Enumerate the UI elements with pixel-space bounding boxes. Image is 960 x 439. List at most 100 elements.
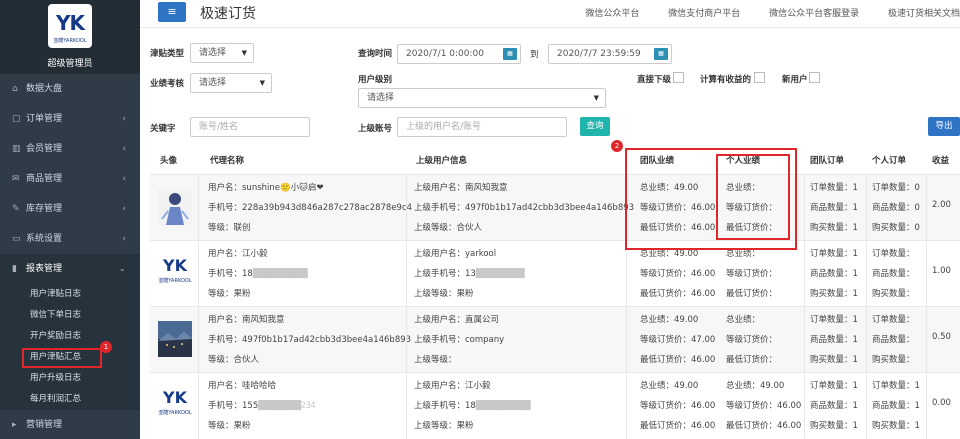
sidebar-item-label: 库存管理 (26, 204, 63, 214)
level-select[interactable]: 请选择 ▼ (358, 88, 606, 108)
sidebar-subitem-2[interactable]: 开户奖励日志 (0, 326, 140, 347)
cell-parent: 上级用户名：直属公司 上级手机号：company 上级等级： (414, 315, 505, 365)
cell-team: 总业绩：49.00 等级订货价：46.00 最低订货价：46.00 (640, 381, 716, 431)
cell-parent: 上级用户名：江小毅 上级手机号：18█████████ 上级等级：果粉 (414, 381, 531, 431)
cell-personal_orders: 订单数量： 商品数量： 购买数量： (872, 249, 915, 299)
annotation-badge-2: 2 (611, 140, 623, 152)
chevron-left-icon: ‹ (122, 144, 126, 154)
perf-label: 业绩考核 (150, 79, 185, 89)
keyword-input[interactable]: 账号/姓名 (190, 117, 310, 137)
new-user-checkbox[interactable] (809, 72, 820, 83)
table-row[interactable]: 用户名：sunshine🙂小🐱启❤ 手机号：228a39b943d846a287c… (150, 174, 960, 241)
link-wechat-pay[interactable]: 微信支付商户平台 (668, 9, 740, 19)
chevron-left-icon: ‹ (122, 234, 126, 244)
chart-icon: ▥ (12, 144, 21, 154)
time-to-input[interactable]: 2020/7/7 23:59:59 ▦ (548, 44, 672, 64)
order-icon: ▢ (12, 114, 21, 124)
keyword-label: 关键字 (150, 124, 176, 134)
income-checkbox[interactable] (754, 72, 765, 83)
cell-personal_orders: 订单数量：1 商品数量：1 购买数量：1 (872, 381, 920, 431)
cell-agent: 用户名：哇哈哈哈 手机号：155███████234 等级：果粉 (208, 381, 316, 431)
avatar-image (158, 189, 192, 225)
query-button[interactable]: 查询 (580, 117, 610, 136)
cell-team: 总业绩：49.00 等级订货价：46.00 最低订货价：46.00 (640, 249, 716, 299)
sidebar-subitem-3[interactable]: 用户津贴汇总 (0, 347, 140, 368)
link-wechat-mp[interactable]: 微信公众平台 (585, 9, 639, 19)
sidebar: YK 亚酷YARKOOL 超级管理员 ⌂ 数据大盘 ▢ 订单管理 ‹ ▥ 会员管理 ‹ ✉ 商品管… (0, 0, 140, 439)
caret-down-icon: ▼ (241, 49, 247, 57)
cell-parent: 上级用户名：yarkool 上级手机号：13████████ 上级等级：果粉 (414, 249, 525, 299)
redacted-phone: █████████ (252, 269, 308, 279)
cell-personal: 总业绩： 等级订货价： 最低订货价： (726, 315, 778, 365)
redacted-phone: ████████ (475, 269, 525, 279)
avatar-logo: YK 亚酷YARKOOL (158, 388, 192, 416)
home-icon: ⌂ (12, 84, 18, 94)
sidebar-item-0[interactable]: ⌂ 数据大盘 (0, 74, 140, 104)
table-row[interactable]: YK 亚酷YARKOOL 用户名：哇哈哈哈 手机号：155███████234 等级：果… (150, 372, 960, 439)
link-wechat-cs[interactable]: 微信公众平台客服登录 (769, 9, 859, 19)
cell-parent: 上级用户名：南风知我意 上级手机号：497f0b1b17ad42cbb3d3bee… (414, 183, 635, 233)
table-row[interactable]: 用户名：南风知我意 手机号：497f0b1b17ad42cbb3d3bee4a14… (150, 306, 960, 373)
header-parent: 上级用户信息 (416, 156, 468, 166)
link-docs[interactable]: 极速订货相关文档 (888, 9, 960, 19)
cell-personal: 总业绩：49.00 等级订货价：46.00 最低订货价：46.00 (726, 381, 802, 431)
sidebar-item-4[interactable]: ✎ 库存管理 ‹ (0, 194, 140, 224)
topbar: ≡ 极速订货 微信公众平台 微信支付商户平台 微信公众平台客服登录 极速订货相关… (140, 0, 960, 28)
sidebar-item-marketing[interactable]: ▸ 营销管理 (0, 410, 140, 439)
bar-chart-icon: ▮ (12, 264, 17, 274)
time-to-label: 到 (530, 50, 539, 60)
parent-input[interactable]: 上级的用户名/账号 (397, 117, 567, 137)
sidebar-item-3[interactable]: ✉ 商品管理 ‹ (0, 164, 140, 194)
direct-checkbox[interactable] (673, 72, 684, 83)
export-button[interactable]: 导出 (928, 117, 960, 136)
logo-mark: YK (56, 11, 85, 35)
cell-agent: 用户名：南风知我意 手机号：497f0b1b17ad42cbb3d3bee4a14… (208, 315, 412, 365)
sidebar-subitem-0[interactable]: 用户津贴日志 (0, 284, 140, 305)
time-label: 查询时间 (358, 49, 393, 59)
header-agent: 代理名称 (210, 156, 245, 166)
table-row[interactable]: YK 亚酷YARKOOL 用户名：江小毅 手机号：18█████████ 等级：果粉 上级… (150, 240, 960, 307)
header-avatar: 头像 (160, 156, 178, 166)
highlight-box-personal (716, 154, 790, 240)
level-label: 用户级别 (358, 75, 393, 85)
subsidy-type-label: 津贴类型 (150, 49, 185, 59)
chevron-down-icon: ⌄ (118, 264, 126, 274)
calendar-icon[interactable]: ▦ (503, 48, 517, 60)
header-team-orders: 团队订单 (810, 156, 845, 166)
sidebar-item-2[interactable]: ▥ 会员管理 ‹ (0, 134, 140, 164)
logo-sub: 亚酷YARKOOL (53, 38, 87, 44)
chevron-left-icon: ‹ (122, 114, 126, 124)
cell-team_orders: 订单数量：1 商品数量：1 购买数量：1 (810, 249, 858, 299)
chevron-left-icon: ‹ (122, 174, 126, 184)
perf-select[interactable]: 请选择 ▼ (190, 73, 272, 93)
marketing-icon: ▸ (12, 420, 17, 430)
sidebar-item-label: 报表管理 (26, 264, 63, 274)
menu-toggle-button[interactable]: ≡ (158, 2, 186, 22)
cell-team: 总业绩：49.00 等级订货价：47.00 最低订货价：46.00 (640, 315, 716, 365)
header-personal-orders: 个人订单 (872, 156, 907, 166)
sidebar-item-5[interactable]: ▭ 系统设置 ‹ (0, 224, 140, 254)
parent-label: 上级账号 (358, 124, 393, 134)
top-links: 微信公众平台 微信支付商户平台 微信公众平台客服登录 极速订货相关文档 (559, 6, 960, 19)
cell-personal: 总业绩： 等级订货价： 最低订货价： (726, 249, 778, 299)
sidebar-item-label: 数据大盘 (26, 84, 63, 94)
sidebar-item-1[interactable]: ▢ 订单管理 ‹ (0, 104, 140, 134)
admin-name: 超级管理员 (47, 59, 93, 69)
cell-income: 2.00 (932, 200, 951, 210)
time-from-input[interactable]: 2020/7/1 0:00:00 ▦ (397, 44, 521, 64)
sidebar-item-label: 订单管理 (26, 114, 63, 124)
subsidy-type-select[interactable]: 请选择 ▼ (190, 43, 254, 63)
caret-down-icon: ▼ (593, 94, 599, 102)
sidebar-subitem-1[interactable]: 微信下单日志 (0, 305, 140, 326)
redacted-phone: ███████234 (258, 401, 316, 411)
cell-income: 1.00 (932, 266, 951, 276)
sidebar-item-6[interactable]: ▮ 报表管理 ⌄ (0, 254, 140, 284)
calendar-icon[interactable]: ▦ (654, 48, 668, 60)
sidebar-subitem-4[interactable]: 用户升级日志 (0, 368, 140, 389)
sidebar-subitem-5[interactable]: 每月利润汇总 (0, 389, 140, 410)
cell-team_orders: 订单数量：1 商品数量：1 购买数量：1 (810, 315, 858, 365)
edit-icon: ✎ (12, 204, 20, 214)
cell-personal_orders: 订单数量：0 商品数量：0 购买数量：0 (872, 183, 920, 233)
cell-team_orders: 订单数量：1 商品数量：1 购买数量：1 (810, 381, 858, 431)
brand: YK 亚酷YARKOOL 超级管理员 (0, 0, 140, 74)
